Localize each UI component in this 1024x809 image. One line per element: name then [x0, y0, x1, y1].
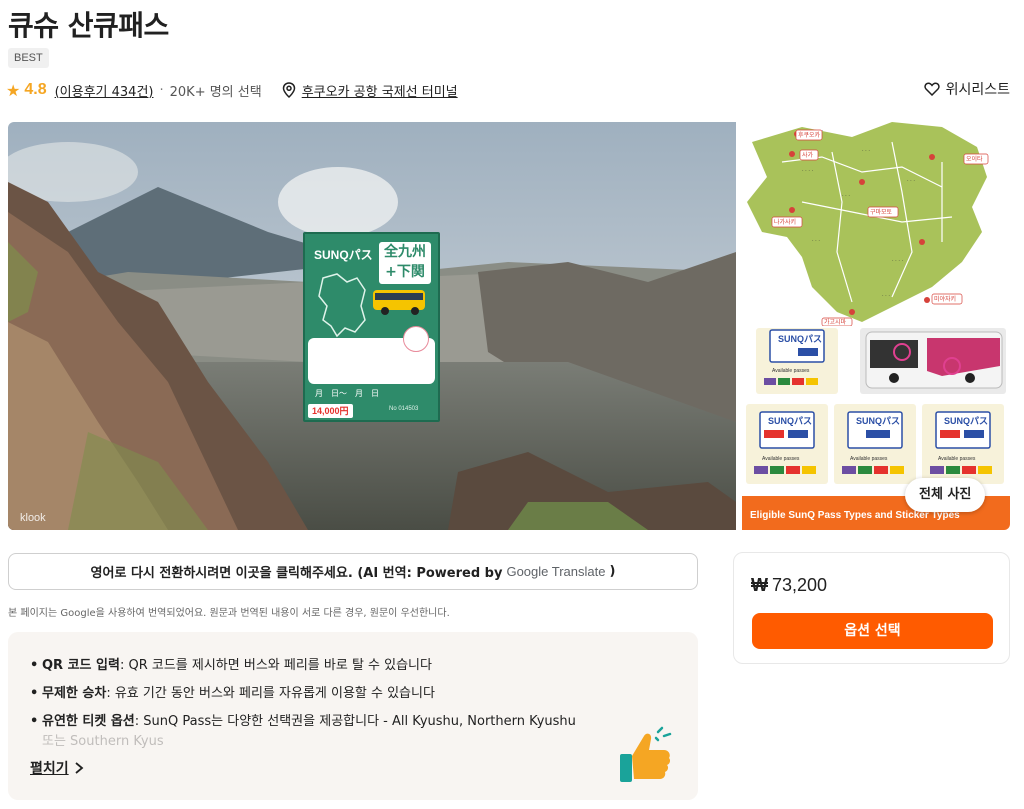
- map-label-miyazaki: 미야자키: [934, 295, 956, 303]
- svg-text:Available passes: Available passes: [762, 456, 800, 462]
- highlight-item: QR 코드 입력: QR 코드를 제시하면 버스와 페리를 바로 탈 수 있습니…: [30, 652, 630, 680]
- chevron-right-icon: [75, 762, 84, 774]
- price-display: ₩73,200: [751, 575, 827, 596]
- price-value: 73,200: [772, 575, 828, 595]
- best-badge: BEST: [8, 48, 49, 68]
- meta-separator: ·: [159, 82, 164, 98]
- pass-region-box: 全九州 +下関: [379, 242, 431, 284]
- star-icon: ★: [6, 80, 21, 100]
- map-label-oita: 오이타: [966, 155, 983, 163]
- location-link[interactable]: 후쿠오카 공항 국제선 터미널: [302, 81, 458, 100]
- pass-serial: No 014503: [389, 406, 419, 412]
- svg-text:· · · ·: · · · ·: [892, 258, 904, 264]
- translate-bar-end: ): [609, 564, 616, 579]
- svg-text:· · ·: · · ·: [862, 148, 870, 154]
- main-photo[interactable]: klook SUNQパス 全九州 +下関 月 日～ 月 日 14,000円 No…: [8, 122, 736, 530]
- pass-brand: SUNQパス: [314, 248, 373, 262]
- map-label-kumamoto: 구마모토: [870, 208, 893, 216]
- expand-link[interactable]: 펼치기: [30, 758, 85, 778]
- sunq-pass-card: SUNQパス 全九州 +下関 月 日～ 月 日 14,000円 No 01450…: [303, 232, 440, 422]
- translate-toggle-bar[interactable]: 영어로 다시 전환하시려면 이곳을 클릭해주세요. (AI 번역: Powere…: [8, 553, 698, 590]
- page-title: 큐슈 산큐패스: [8, 9, 169, 42]
- all-photos-button[interactable]: 전체 사진: [905, 478, 986, 512]
- svg-text:· · ·: · · ·: [812, 238, 820, 244]
- map-label-saga: 사가: [802, 151, 814, 159]
- expand-label: 펼치기: [30, 761, 69, 777]
- svg-text:SUNQパス: SUNQパス: [944, 415, 988, 426]
- svg-text:SUNQパス: SUNQパス: [768, 415, 812, 426]
- kyushu-silhouette: [318, 273, 366, 338]
- thumbs-up-icon: [620, 726, 672, 782]
- pass-card-caption: Available passes: [772, 368, 810, 374]
- svg-text:Available passes: Available passes: [938, 456, 976, 462]
- map-label-fukuoka: 후쿠오카: [798, 131, 821, 139]
- highlights-list: QR 코드 입력: QR 코드를 제시하면 버스와 페리를 바로 탈 수 있습니…: [30, 652, 630, 736]
- svg-text:· · · ·: · · · ·: [802, 168, 814, 174]
- svg-text:· · ·: · · ·: [907, 178, 915, 184]
- selected-count: 20K+ 명의 선택: [169, 84, 262, 100]
- pass-price-tag: 14,000円: [308, 404, 353, 418]
- price-card: ₩73,200 옵션 선택: [733, 552, 1010, 664]
- pass-stamp: [403, 326, 429, 352]
- map-label-nagasaki: 나가사키: [774, 218, 796, 226]
- svg-text:· · ·: · · ·: [842, 193, 850, 199]
- klook-watermark: klook: [20, 512, 46, 524]
- pass-region-line2: +下関: [385, 264, 425, 280]
- map-label-kagoshima: 가고시마: [824, 318, 847, 326]
- highlights-panel: QR 코드 입력: QR 코드를 제시하면 버스와 페리를 바로 탈 수 있습니…: [8, 632, 698, 800]
- heart-icon: [923, 82, 940, 96]
- select-option-button[interactable]: 옵션 선택: [752, 613, 993, 649]
- translation-note: 본 페이지는 Google을 사용하여 번역되었어요. 원문과 번역된 내용이 …: [8, 608, 450, 619]
- svg-text:SUNQパス: SUNQパス: [856, 415, 900, 426]
- route-map-photo[interactable]: · · · · · · · · · · · · · · · · · · · · · · …: [742, 122, 1010, 326]
- google-logo: Google Translate: [506, 564, 606, 579]
- product-meta: ★ 4.8 (이용후기 434건) · 20K+ 명의 선택 후쿠오카 공항 국…: [6, 78, 458, 102]
- translate-bar-text: 영어로 다시 전환하시려면 이곳을 클릭해주세요. (AI 번역: Powere…: [90, 566, 503, 581]
- wishlist-button[interactable]: 위시리스트: [923, 79, 1010, 99]
- location-pin-icon: [282, 82, 296, 98]
- wishlist-label: 위시리스트: [945, 82, 1010, 98]
- rating-value: 4.8: [24, 81, 47, 98]
- currency-symbol: ₩: [751, 575, 768, 595]
- pass-date-text: 月 日～ 月 日: [315, 389, 379, 398]
- pass-region-line1: 全九州: [384, 244, 426, 260]
- pass-card-brand: SUNQパス: [778, 333, 822, 344]
- highlight-item: 무제한 승차: 유효 기간 동안 버스와 페리를 자유롭게 이용할 수 있습니다: [30, 680, 630, 708]
- svg-text:· · ·: · · ·: [882, 293, 890, 299]
- highlight-faded-text: 또는 Southern Kyus: [42, 734, 164, 749]
- reviews-link[interactable]: (이용후기 434건): [55, 81, 154, 100]
- bus-image: [373, 290, 425, 315]
- svg-text:Available passes: Available passes: [850, 456, 888, 462]
